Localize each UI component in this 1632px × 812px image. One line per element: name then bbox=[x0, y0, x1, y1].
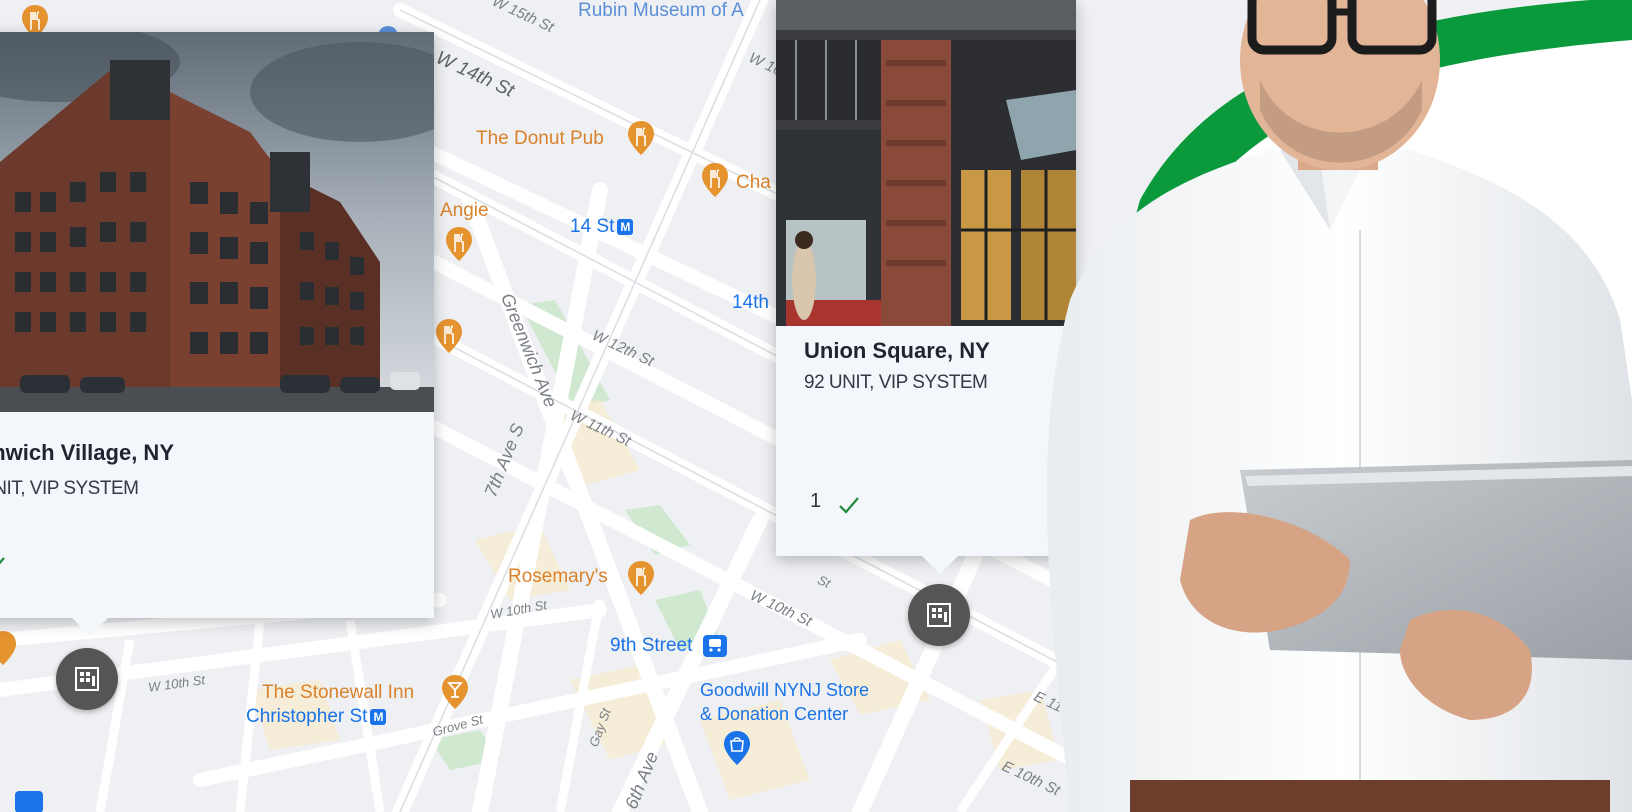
place-label-angie[interactable]: Angie bbox=[440, 200, 489, 222]
place-label-goodwill-line1[interactable]: Goodwill NYNJ Store bbox=[700, 680, 869, 701]
train-icon bbox=[702, 635, 727, 657]
metro-icon: M bbox=[617, 218, 634, 235]
place-label-stonewall-inn[interactable]: The Stonewall Inn bbox=[262, 682, 414, 704]
place-label-rubin-museum[interactable]: Rubin Museum of A bbox=[578, 0, 744, 22]
restaurant-pin-icon[interactable] bbox=[0, 630, 18, 666]
building-marker[interactable] bbox=[56, 648, 118, 710]
place-label-cha[interactable]: Cha bbox=[736, 172, 771, 194]
card-pointer bbox=[72, 618, 108, 636]
building-icon bbox=[927, 603, 951, 627]
property-card-greenwich[interactable]: enwich Village, NY UNIT, VIP SYSTEM bbox=[0, 32, 434, 618]
restaurant-pin-icon[interactable] bbox=[626, 120, 656, 156]
restaurant-pin-icon[interactable] bbox=[700, 162, 730, 198]
card-subtitle: UNIT, VIP SYSTEM bbox=[0, 478, 139, 499]
transit-label-9th-street[interactable]: 9th Street bbox=[610, 634, 728, 658]
card-pointer bbox=[922, 556, 958, 574]
transit-label-14-st[interactable]: 14 St M bbox=[570, 216, 634, 238]
train-icon[interactable] bbox=[14, 790, 44, 812]
transit-label-christopher-st[interactable]: Christopher St M bbox=[246, 706, 387, 728]
promo-stage: W 15th St W 14th St W 16 W 12th St W 11t… bbox=[0, 0, 1632, 812]
restaurant-pin-icon[interactable] bbox=[626, 560, 656, 596]
place-label-rosemarys[interactable]: Rosemary's bbox=[508, 566, 608, 588]
building-icon bbox=[75, 667, 99, 691]
card-title[interactable]: Union Square, NY bbox=[804, 338, 990, 364]
unit-count: 1 bbox=[810, 490, 822, 512]
restaurant-pin-icon[interactable] bbox=[434, 318, 464, 354]
bar-pin-icon[interactable] bbox=[440, 674, 470, 710]
property-photo bbox=[0, 32, 434, 412]
place-label-goodwill-line2[interactable]: & Donation Center bbox=[700, 704, 848, 725]
card-title[interactable]: enwich Village, NY bbox=[0, 440, 174, 466]
restaurant-pin-icon[interactable] bbox=[444, 226, 474, 262]
check-icon bbox=[0, 557, 5, 565]
metro-icon: M bbox=[370, 708, 387, 725]
transit-label-14th[interactable]: 14th bbox=[732, 292, 769, 314]
check-icon bbox=[839, 497, 859, 514]
person-with-tablet-photo bbox=[1046, 0, 1632, 812]
shopping-pin-icon[interactable] bbox=[722, 730, 752, 766]
building-marker[interactable] bbox=[908, 584, 970, 646]
card-subtitle: 92 UNIT, VIP SYSTEM bbox=[804, 372, 988, 393]
place-label-donut-pub[interactable]: The Donut Pub bbox=[476, 128, 604, 150]
